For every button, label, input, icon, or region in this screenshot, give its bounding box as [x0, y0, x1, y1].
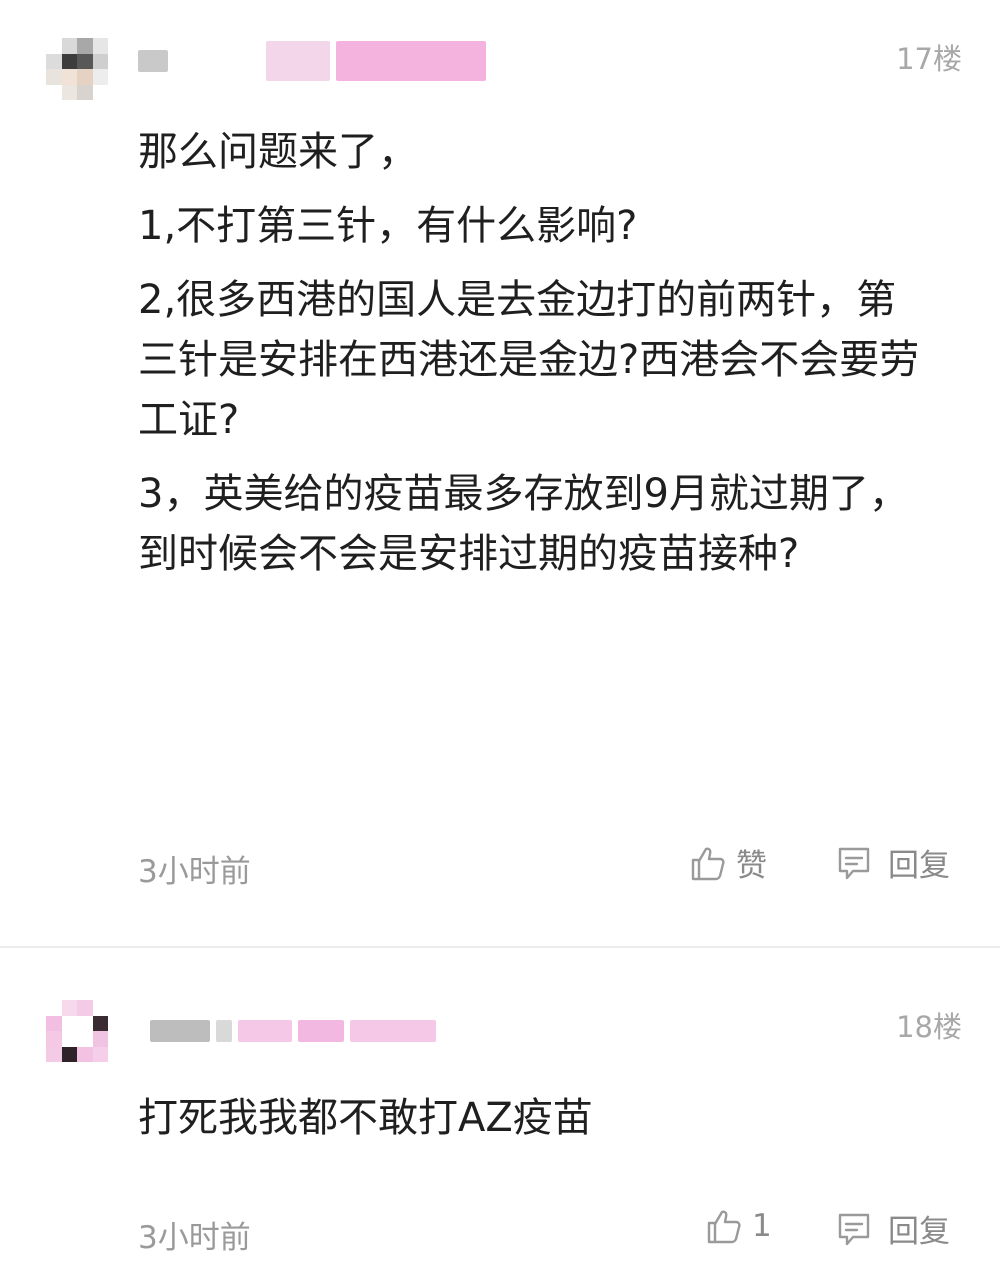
- like-button[interactable]: 1: [704, 1206, 772, 1246]
- username-censored[interactable]: [138, 41, 486, 81]
- comment-bubble-icon: [834, 843, 874, 883]
- comment-paragraph: 1,不打第三针，有什么影响?: [138, 203, 638, 249]
- thumbs-up-icon: [688, 843, 728, 883]
- comment-bubble-icon: [834, 1209, 874, 1249]
- comment-paragraph: 那么问题来了，: [138, 129, 418, 175]
- comment-content: 那么问题来了， 1,不打第三针，有什么影响? 2,很多西港的国人是去金边打的前两…: [138, 122, 928, 598]
- comment-paragraph: 打死我我都不敢打AZ疫苗: [138, 1095, 593, 1141]
- username-censored[interactable]: [150, 1014, 436, 1048]
- floor-number: 18楼: [896, 1010, 962, 1044]
- floor-number: 17楼: [896, 42, 962, 76]
- comment-18: 18楼 打死我我都不敢打AZ疫苗 3小时前 1 回复: [0, 948, 1000, 1288]
- comment-content: 打死我我都不敢打AZ疫苗: [138, 1088, 928, 1162]
- timestamp: 3小时前: [138, 1220, 251, 1256]
- comment-paragraph: 2,很多西港的国人是去金边打的前两针，第三针是安排在西港还是金边?西港会不会要劳…: [138, 277, 920, 443]
- like-label: 赞: [736, 848, 767, 884]
- user-avatar[interactable]: [46, 38, 108, 100]
- comment-meta: 3小时前 1 回复: [0, 1206, 1000, 1256]
- thumbs-up-icon: [704, 1206, 744, 1246]
- comment-17: 17楼 那么问题来了， 1,不打第三针，有什么影响? 2,很多西港的国人是去金边…: [0, 0, 1000, 946]
- like-button[interactable]: 赞: [688, 840, 767, 885]
- comment-meta: 3小时前 赞 回复: [0, 840, 1000, 890]
- reply-button[interactable]: 回复: [834, 840, 950, 885]
- reply-label: 回复: [888, 848, 950, 884]
- user-avatar[interactable]: [46, 1000, 108, 1062]
- like-count: 1: [752, 1208, 772, 1244]
- reply-button[interactable]: 回复: [834, 1206, 950, 1251]
- comment-paragraph: 3，英美给的疫苗最多存放到9月就过期了，到时候会不会是安排过期的疫苗接种?: [138, 471, 909, 577]
- reply-label: 回复: [888, 1214, 950, 1250]
- timestamp: 3小时前: [138, 854, 251, 890]
